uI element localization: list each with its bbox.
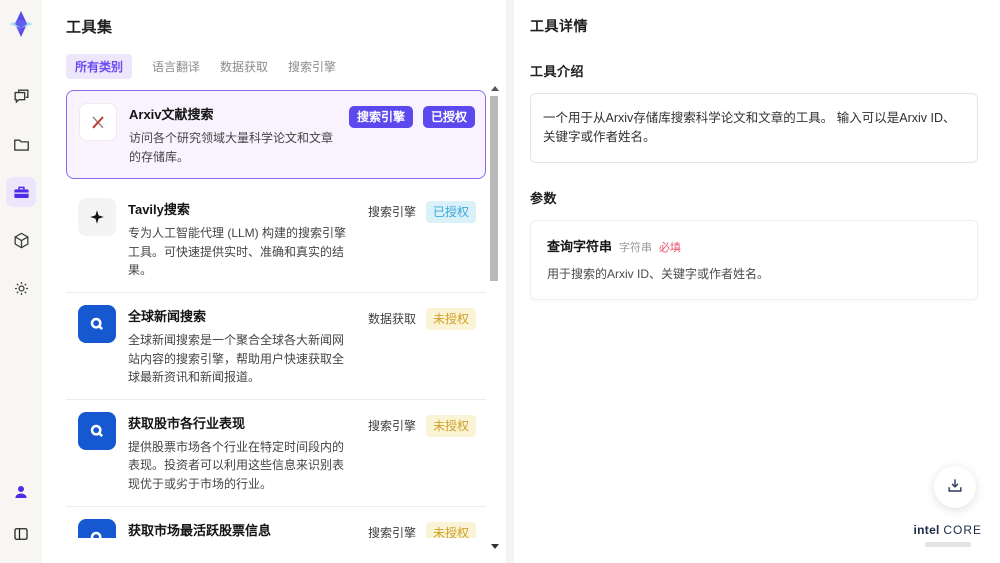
tool-tags: 搜索引擎 已授权 [348, 103, 475, 166]
tool-intro-text: 一个用于从Arxiv存储库搜索科学论文和文章的工具。 输入可以是Arxiv ID… [530, 93, 978, 163]
brand-core-text: CORE [943, 523, 982, 538]
intel-core-logo: intel CORE [914, 521, 982, 547]
param-card: 查询字符串 字符串 必填 用于搜索的Arxiv ID、关键字或作者姓名。 [530, 219, 978, 300]
auth-status-badge: 未授权 [425, 307, 476, 330]
param-name: 查询字符串 [547, 238, 613, 254]
param-type: 字符串 [619, 241, 653, 254]
app-logo-icon[interactable] [6, 9, 36, 39]
scroll-up-arrow-icon[interactable] [491, 86, 499, 91]
tool-list: Arxiv文献搜索 访问各个研究领域大量科学论文和文章的存储库。 搜索引擎 已授… [66, 90, 486, 538]
tavily-star-icon [78, 198, 116, 237]
auth-status-badge: 已授权 [425, 201, 476, 224]
tool-name: 获取股市各行业表现 [128, 415, 246, 431]
param-description: 用于搜索的Arxiv ID、关键字或作者姓名。 [547, 266, 770, 281]
tool-card[interactable]: 全球新闻搜索 全球新闻搜索是一个聚合全球各大新闻网站内容的搜索引擎，帮助用户快速… [66, 291, 486, 399]
tool-list-panel: 工具集 所有类别 语言翻译 数据获取 搜索引擎 Arxiv文献搜索 访问各个研究领域大… [42, 0, 506, 563]
tool-description: 专为人工智能代理 (LLM) 构建的搜索引擎工具。可快速提供实时、准确和真实的结… [128, 226, 347, 278]
scroll-down-arrow-icon[interactable] [491, 544, 499, 549]
sidebar-item-settings[interactable] [6, 273, 36, 303]
category-badge: 搜索引擎 [348, 106, 413, 128]
download-button[interactable] [934, 466, 976, 508]
tool-name: Tavily搜索 [128, 202, 190, 218]
tool-description: 提供股票市场各个行业在特定时间段内的表现。投资者可以利用这些信息来识别表现优于或… [128, 439, 345, 491]
page-title: 工具集 [66, 19, 113, 36]
tool-card[interactable]: Arxiv文献搜索 访问各个研究领域大量科学论文和文章的存储库。 搜索引擎 已授… [66, 90, 486, 180]
tool-tags: 搜索引擎 未授权 [368, 519, 476, 538]
category-badge: 搜索引擎 [367, 418, 416, 433]
category-badge: 搜索引擎 [367, 205, 416, 220]
blue-search-icon [78, 304, 116, 343]
tool-name: Arxiv文献搜索 [129, 107, 214, 122]
chat-icon [12, 87, 31, 106]
category-tab[interactable]: 搜索引擎 [288, 54, 336, 79]
tool-card[interactable]: 获取股市各行业表现 提供股票市场各个行业在特定时间段内的表现。投资者可以利用这些… [66, 398, 486, 506]
panel-toggle-icon [12, 525, 30, 543]
blue-search-icon [78, 518, 116, 538]
gear-icon [12, 279, 31, 298]
sidebar-bottom [6, 477, 36, 549]
folder-icon [12, 135, 31, 154]
toolbox-icon [12, 183, 31, 202]
tool-description: 访问各个研究领域大量科学论文和文章的存储库。 [129, 131, 334, 164]
sidebar-item-packages[interactable] [6, 225, 36, 255]
tool-name: 全球新闻搜索 [128, 308, 207, 324]
auth-status-badge: 未授权 [425, 414, 476, 437]
param-required-badge: 必填 [659, 241, 682, 254]
sidebar-item-collapse[interactable] [6, 519, 36, 549]
sidebar-item-chat[interactable] [6, 81, 36, 111]
brand-intel-text: intel [913, 523, 940, 538]
sidebar-item-profile[interactable] [6, 477, 36, 507]
cube-icon [12, 231, 31, 250]
blue-search-icon [78, 411, 116, 450]
arxiv-logo-icon [79, 103, 117, 141]
auth-status-badge: 未授权 [425, 521, 476, 538]
user-icon [12, 483, 30, 501]
download-icon [945, 476, 965, 499]
sidebar-item-toolbox[interactable] [6, 177, 36, 207]
params-heading: 参数 [530, 190, 558, 206]
tool-tags: 数据获取 未授权 [368, 305, 476, 387]
tool-name: 获取市场最活跃股票信息 [128, 522, 272, 538]
app-window: 工具集 所有类别 语言翻译 数据获取 搜索引擎 Arxiv文献搜索 访问各个研究领域大… [0, 0, 1000, 563]
tool-tags: 搜索引擎 未授权 [368, 412, 476, 494]
list-scrollbar[interactable] [490, 86, 499, 549]
tool-detail-panel: 工具详情 工具介绍 一个用于从Arxiv存储库搜索科学论文和文章的工具。 输入可… [506, 0, 1000, 563]
category-tabs: 所有类别 语言翻译 数据获取 搜索引擎 [66, 54, 506, 79]
sidebar-item-files[interactable] [6, 129, 36, 159]
param-header: 查询字符串 字符串 必填 [547, 236, 961, 255]
category-badge: 数据获取 [367, 311, 416, 326]
category-tab[interactable]: 所有类别 [66, 54, 133, 79]
category-tab[interactable]: 数据获取 [220, 54, 268, 79]
category-tab[interactable]: 语言翻译 [152, 54, 200, 79]
tool-card[interactable]: Tavily搜索 专为人工智能代理 (LLM) 构建的搜索引擎工具。可快速提供实… [66, 186, 486, 292]
category-badge: 搜索引擎 [367, 525, 416, 538]
tool-tags: 搜索引擎 已授权 [368, 198, 476, 280]
sidebar-nav [6, 81, 36, 303]
intro-heading: 工具介绍 [530, 64, 585, 79]
scrollbar-thumb[interactable] [490, 96, 498, 281]
tool-card[interactable]: 获取市场最活跃股票信息 提供当天交易量最高的股票列表，投资者可以利用这些信息来识… [66, 505, 486, 538]
detail-title: 工具详情 [530, 18, 588, 34]
brand-subline [924, 542, 971, 547]
auth-status-badge: 已授权 [422, 106, 475, 128]
icon-sidebar [0, 0, 42, 563]
tool-description: 全球新闻搜索是一个聚合全球各大新闻网站内容的搜索引擎，帮助用户快速获取全球最新资… [128, 332, 345, 385]
